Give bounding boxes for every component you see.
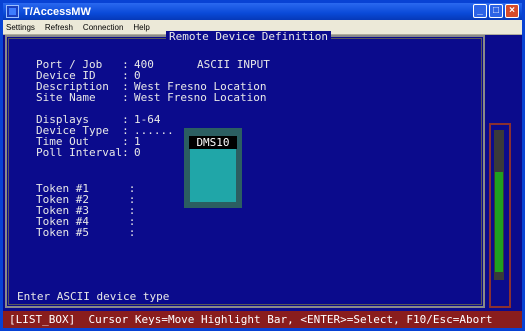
scrollbar-track[interactable] [494, 130, 504, 280]
port-mode-text: ASCII INPUT [197, 58, 270, 71]
site-name-value[interactable]: West Fresno Location [134, 92, 266, 103]
poll-interval-label: Poll Interval: [36, 146, 129, 159]
close-button[interactable]: × [505, 4, 519, 18]
title-bar[interactable]: T/AccessMW _ □ × [3, 3, 522, 20]
status-bar: [LIST_BOX] Cursor Keys=Move Highlight Ba… [3, 311, 522, 328]
device-type-list-box: DMS10 [184, 128, 242, 208]
prompt-text: Enter ASCII device type [17, 290, 170, 303]
window-title: T/AccessMW [23, 5, 91, 18]
list-box-items[interactable] [190, 149, 236, 202]
menu-help[interactable]: Help [128, 23, 154, 32]
maximize-button[interactable]: □ [489, 4, 503, 18]
menu-refresh[interactable]: Refresh [40, 23, 78, 32]
scrollbar-thumb[interactable] [495, 172, 503, 272]
menu-settings[interactable]: Settings [3, 23, 40, 32]
menu-connection[interactable]: Connection [78, 23, 128, 32]
list-box-title: DMS10 [189, 136, 237, 149]
device-definition-panel: Remote Device Definition Port / Job : 40… [5, 31, 485, 308]
minimize-button[interactable]: _ [473, 4, 487, 18]
site-name-label: Site Name : [36, 91, 129, 104]
window-controls: _ □ × [473, 4, 519, 18]
app-icon [6, 5, 19, 18]
token-5-field[interactable]: Token #5 : [36, 227, 135, 238]
poll-interval-value[interactable]: 0 [134, 147, 141, 158]
side-panel [487, 35, 519, 308]
screen-title: Remote Device Definition [166, 31, 331, 43]
